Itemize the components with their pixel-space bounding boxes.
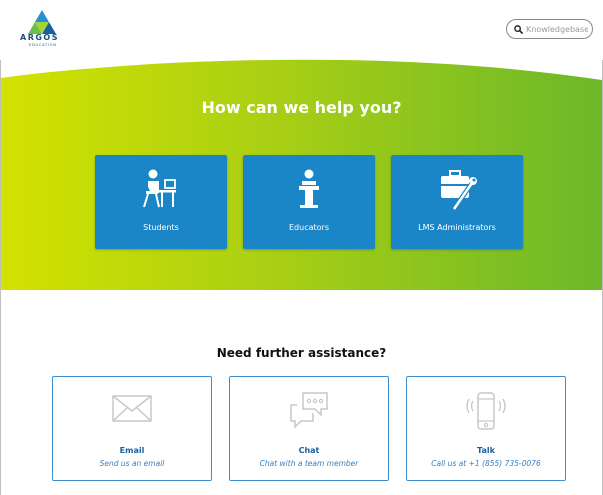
search-icon[interactable] <box>514 24 523 34</box>
site-header: ARGOS EDUCATION <box>0 0 603 60</box>
hero-title: How can we help you? <box>201 98 402 117</box>
assistance-title: Need further assistance? <box>216 346 387 360</box>
lms-administrators-card[interactable]: LMS Administrators <box>391 155 523 249</box>
logo-tagline: EDUCATION <box>29 43 57 47</box>
talk-title: Talk <box>477 446 495 455</box>
chat-title: Chat <box>298 446 320 455</box>
logo-wordmark: ARGOS <box>20 33 59 42</box>
knowledgebase-search[interactable] <box>506 19 593 39</box>
educators-label: Educators <box>289 223 329 232</box>
chat-subtitle[interactable]: Chat with a team member <box>230 459 388 468</box>
talk-subtitle[interactable]: Call us at +1 (855) 735-0076 <box>407 459 565 468</box>
email-subtitle[interactable]: Send us an email <box>53 459 211 468</box>
students-card[interactable]: Students <box>95 155 227 249</box>
students-label: Students <box>143 223 179 232</box>
lms-administrators-label: LMS Administrators <box>418 223 496 232</box>
chat-card[interactable]: Chat Chat with a team member <box>229 376 389 481</box>
argos-logo[interactable] <box>18 8 68 48</box>
envelope-icon <box>112 395 152 422</box>
podium-speaker-icon <box>299 169 319 208</box>
email-title: Email <box>119 446 145 455</box>
educators-card[interactable]: Educators <box>243 155 375 249</box>
email-card[interactable]: Email Send us an email <box>52 376 212 481</box>
phone-icon <box>466 392 506 430</box>
talk-card[interactable]: Talk Call us at +1 (855) 735-0076 <box>406 376 566 481</box>
search-input[interactable] <box>526 24 588 34</box>
student-desk-icon <box>143 169 176 208</box>
chat-bubbles-icon <box>290 392 328 429</box>
briefcase-wrench-icon <box>441 170 477 211</box>
